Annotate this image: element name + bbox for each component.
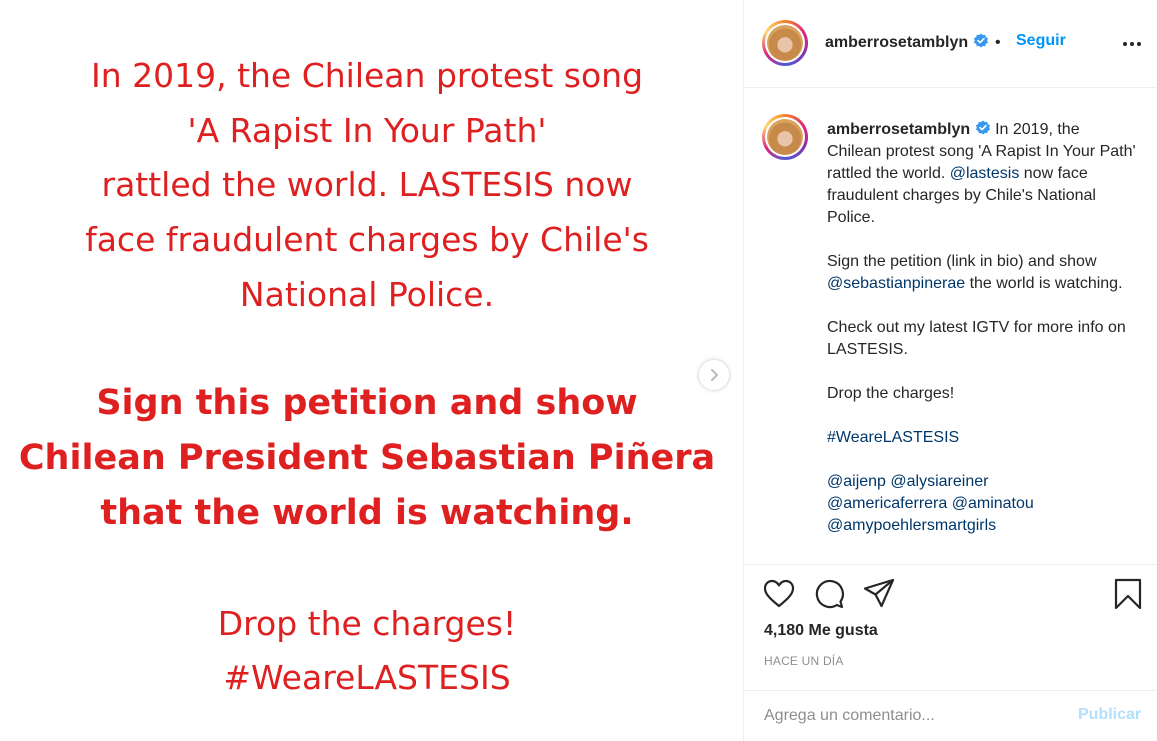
username-link[interactable]: amberrosetamblyn [825,34,968,51]
caption-text: Sign the petition (link in bio) and show [827,253,1097,270]
verified-badge-icon [973,33,988,48]
image-text-line: In 2019, the Chilean protest song [90,56,644,95]
caption-avatar[interactable] [762,114,808,160]
image-text-line: #WeareLASTESIS [223,658,511,697]
post-actions: 4,180 Me gusta HACE UN DÍA [744,564,1157,690]
comment-input[interactable] [764,704,1064,728]
image-text-line: 'A Rapist In Your Path' [187,111,547,150]
share-icon [863,578,895,608]
post-image[interactable]: In 2019, the Chilean protest song 'A Rap… [0,0,743,741]
like-button[interactable] [763,579,795,614]
header-username[interactable]: amberrosetamblyn [825,33,989,52]
chevron-right-icon [710,368,719,382]
publish-button[interactable]: Publicar [1078,706,1141,724]
mention-link[interactable]: @sebastianpinerae [827,275,965,292]
image-text-line: Chilean President Sebastian Piñera [18,438,716,478]
like-count[interactable]: 4,180 Me gusta [764,622,878,640]
more-options-button[interactable] [1118,30,1146,58]
mention-link[interactable]: @americaferrera [827,495,947,512]
caption-text: Check out my latest IGTV for more info o… [827,319,1126,358]
image-text-line: Drop the charges! [217,604,517,643]
caption-text: the world is watching. [969,275,1123,292]
mention-link[interactable]: @alysiareiner [890,473,988,490]
post-sidebar: amberrosetamblyn • Seguir amberrosetambl… [743,0,1157,741]
separator-dot: • [995,34,1001,51]
image-text-line: face fraudulent charges by Chile's [85,220,649,259]
save-button[interactable] [1114,578,1142,615]
image-text-line: rattled the world. LASTESIS now [101,165,633,204]
caption-text: Drop the charges! [827,385,955,402]
bookmark-icon [1114,578,1142,610]
share-button[interactable] [863,578,895,615]
image-text-line: Sign this petition and show [96,383,638,423]
caption-username[interactable]: amberrosetamblyn [827,121,970,138]
avatar[interactable] [762,20,808,66]
carousel-next-button[interactable] [698,359,730,391]
post-header: amberrosetamblyn • Seguir [744,0,1157,88]
heart-icon [763,579,795,608]
post-caption: amberrosetamblyn In 2019, the Chilean pr… [827,119,1137,537]
mention-link[interactable]: @lastesis [950,165,1020,182]
mention-link[interactable]: @aminatou [952,495,1034,512]
image-text-line: National Police. [239,275,495,314]
comments-area[interactable]: amberrosetamblyn In 2019, the Chilean pr… [744,89,1157,564]
image-text-line: that the world is watching. [100,493,634,533]
comment-form: Publicar [744,690,1157,741]
comment-button[interactable] [813,578,845,615]
mention-link[interactable]: @amypoehlersmartgirls [827,517,996,534]
more-horizontal-icon [1123,42,1141,46]
comment-icon [815,579,844,609]
hashtag-link[interactable]: #WeareLASTESIS [827,429,959,446]
verified-badge-icon [975,120,990,135]
mention-link[interactable]: @aijenp [827,473,886,490]
follow-button[interactable]: Seguir [1016,32,1066,50]
post-timestamp[interactable]: HACE UN DÍA [764,654,844,668]
